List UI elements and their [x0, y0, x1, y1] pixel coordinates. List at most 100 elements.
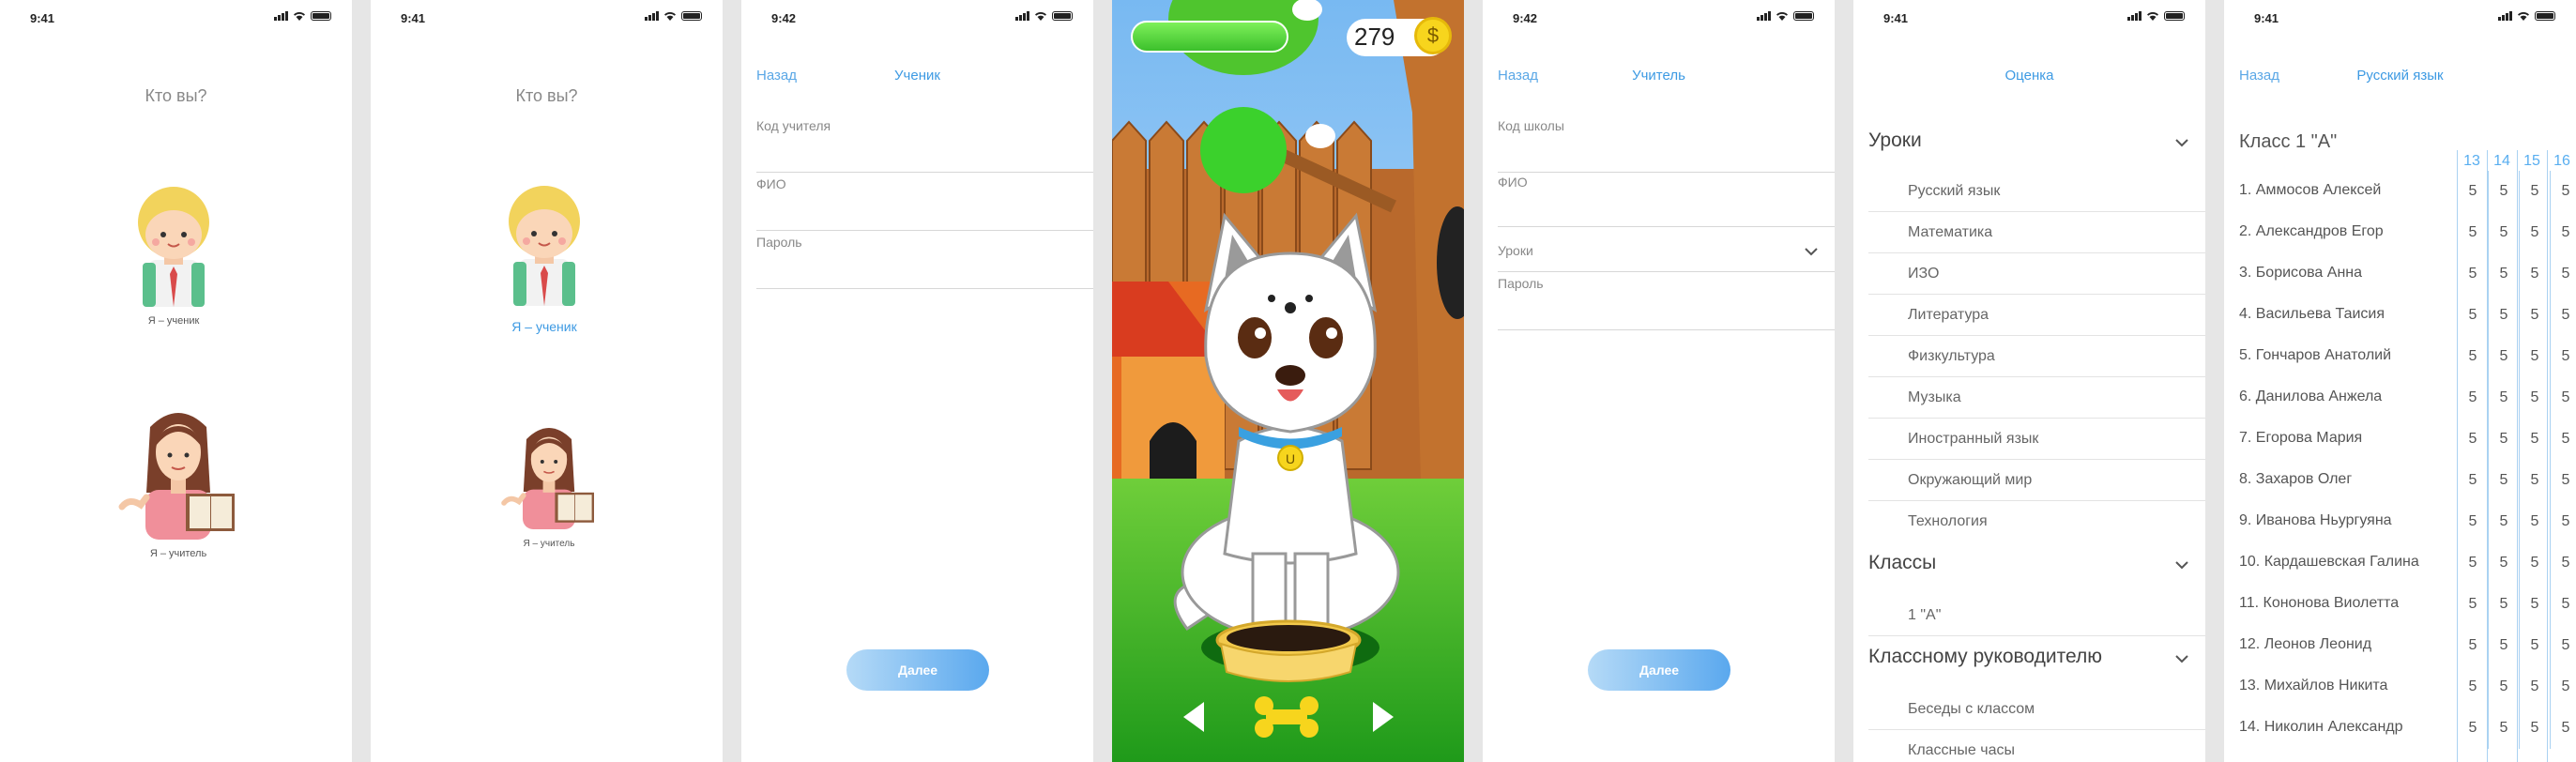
grade-cell[interactable]: 5 — [2550, 212, 2576, 253]
grade-cell[interactable]: 5 — [2457, 419, 2488, 460]
homeroom-item[interactable]: Классные часы — [1868, 730, 2205, 762]
grade-cell[interactable]: 5 — [2457, 377, 2488, 419]
lesson-item[interactable]: Окружающий мир — [1868, 460, 2205, 501]
full-name-field[interactable]: ФИО — [1498, 175, 1835, 227]
grade-cell[interactable]: 5 — [2457, 666, 2488, 708]
grade-cell[interactable]: 5 — [2519, 460, 2550, 501]
grade-cell[interactable]: 5 — [2519, 708, 2550, 749]
section-classes-header[interactable]: Классы — [1868, 552, 2205, 589]
next-item-arrow-icon[interactable] — [1373, 702, 1394, 732]
grade-cell[interactable]: 5 — [2550, 584, 2576, 625]
grade-cell[interactable]: 5 — [2550, 625, 2576, 666]
class-item[interactable]: 1 "А" — [1868, 595, 2205, 636]
lesson-item[interactable]: ИЗО — [1868, 253, 2205, 295]
lessons-select[interactable]: Уроки — [1498, 236, 1835, 272]
next-button[interactable]: Далее — [1588, 649, 1730, 691]
lesson-item[interactable]: Литература — [1868, 295, 2205, 336]
table-row[interactable]: 7. Егорова Мария 5 5 5 5 — [2239, 419, 2576, 460]
school-code-field[interactable]: Код школы — [1498, 118, 1835, 173]
grade-cell[interactable]: 5 — [2457, 501, 2488, 542]
grade-cell[interactable]: 5 — [2519, 212, 2550, 253]
grade-cell[interactable]: 5 — [2457, 460, 2488, 501]
grade-cell[interactable]: 5 — [2488, 460, 2519, 501]
grade-cell[interactable]: 5 — [2519, 253, 2550, 295]
table-row[interactable]: 6. Данилова Анжела 5 5 5 5 — [2239, 377, 2576, 419]
grade-cell[interactable]: 5 — [2550, 460, 2576, 501]
section-homeroom-header[interactable]: Классному руководителю — [1868, 646, 2205, 683]
table-row[interactable]: 4. Васильева Таисия 5 5 5 5 — [2239, 295, 2576, 336]
teacher-option[interactable] — [493, 420, 605, 533]
grade-cell[interactable]: 5 — [2519, 666, 2550, 708]
grade-cell[interactable]: 5 — [2488, 666, 2519, 708]
student-option[interactable] — [122, 180, 225, 330]
grade-cell[interactable]: 5 — [2488, 625, 2519, 666]
grade-cell[interactable]: 5 — [2488, 708, 2519, 749]
section-lessons-header[interactable]: Уроки — [1868, 130, 2205, 167]
password-field[interactable]: Пароль — [756, 235, 1093, 289]
table-row[interactable]: 9. Иванова Ньургуяна 5 5 5 5 — [2239, 501, 2576, 542]
grade-cell[interactable]: 5 — [2457, 171, 2488, 212]
grade-cell[interactable]: 5 — [2519, 625, 2550, 666]
prev-item-arrow-icon[interactable] — [1183, 702, 1204, 732]
grade-cell[interactable]: 5 — [2457, 253, 2488, 295]
grade-cell[interactable]: 5 — [2519, 542, 2550, 584]
grade-cell[interactable]: 5 — [2488, 295, 2519, 336]
grade-cell[interactable]: 5 — [2519, 377, 2550, 419]
grade-cell[interactable]: 5 — [2488, 501, 2519, 542]
grade-cell[interactable]: 5 — [2550, 295, 2576, 336]
lesson-item[interactable]: Математика — [1868, 212, 2205, 253]
lesson-item[interactable]: Технология — [1868, 501, 2205, 542]
grade-cell[interactable]: 5 — [2457, 336, 2488, 377]
grade-cell[interactable]: 5 — [2519, 295, 2550, 336]
grade-cell[interactable]: 5 — [2550, 542, 2576, 584]
homeroom-item[interactable]: Беседы с классом — [1868, 689, 2205, 730]
grade-cell[interactable]: 5 — [2488, 377, 2519, 419]
lesson-item[interactable]: Иностранный язык — [1868, 419, 2205, 460]
grade-cell[interactable]: 5 — [2550, 253, 2576, 295]
table-row[interactable]: 3. Борисова Анна 5 5 5 5 — [2239, 253, 2576, 295]
grade-cell[interactable]: 5 — [2550, 419, 2576, 460]
grade-cell[interactable]: 5 — [2488, 212, 2519, 253]
grade-cell[interactable]: 5 — [2519, 501, 2550, 542]
food-bowl-icon[interactable] — [1213, 619, 1364, 685]
grade-cell[interactable]: 5 — [2550, 171, 2576, 212]
table-row[interactable]: 12. Леонов Леонид 5 5 5 5 — [2239, 625, 2576, 666]
grade-cell[interactable]: 5 — [2488, 584, 2519, 625]
lesson-item[interactable]: Физкультура — [1868, 336, 2205, 377]
table-row[interactable]: 10. Кардашевская Галина 5 5 5 5 — [2239, 542, 2576, 584]
grade-cell[interactable]: 5 — [2519, 336, 2550, 377]
table-row[interactable]: 2. Александров Егор 5 5 5 5 — [2239, 212, 2576, 253]
table-row[interactable]: 1. Аммосов Алексей 5 5 5 5 — [2239, 171, 2576, 212]
grade-cell[interactable]: 5 — [2519, 171, 2550, 212]
grade-cell[interactable]: 5 — [2457, 212, 2488, 253]
table-row[interactable]: 5. Гончаров Анатолий 5 5 5 5 — [2239, 336, 2576, 377]
grade-cell[interactable]: 5 — [2488, 171, 2519, 212]
grade-cell[interactable]: 5 — [2457, 542, 2488, 584]
student-option[interactable] — [493, 175, 596, 325]
table-row[interactable]: 8. Захаров Олег 5 5 5 5 — [2239, 460, 2576, 501]
teacher-code-field[interactable]: Код учителя — [756, 118, 1093, 173]
table-row[interactable]: 11. Кононова Виолетта 5 5 5 5 — [2239, 584, 2576, 625]
bone-food-icon[interactable] — [1253, 693, 1320, 741]
grade-cell[interactable]: 5 — [2519, 584, 2550, 625]
grade-cell[interactable]: 5 — [2550, 377, 2576, 419]
password-field[interactable]: Пароль — [1498, 276, 1835, 330]
grade-cell[interactable]: 5 — [2550, 666, 2576, 708]
grade-cell[interactable]: 5 — [2519, 419, 2550, 460]
grade-cell[interactable]: 5 — [2488, 542, 2519, 584]
table-row[interactable]: 13. Михайлов Никита 5 5 5 5 — [2239, 666, 2576, 708]
next-button[interactable]: Далее — [846, 649, 989, 691]
full-name-field[interactable]: ФИО — [756, 176, 1093, 231]
grade-cell[interactable]: 5 — [2457, 625, 2488, 666]
grade-cell[interactable]: 5 — [2488, 336, 2519, 377]
grade-cell[interactable]: 5 — [2550, 336, 2576, 377]
grade-cell[interactable]: 5 — [2457, 295, 2488, 336]
lesson-item[interactable]: Русский язык — [1868, 171, 2205, 212]
grade-cell[interactable]: 5 — [2457, 584, 2488, 625]
grade-cell[interactable]: 5 — [2550, 501, 2576, 542]
grade-cell[interactable]: 5 — [2488, 419, 2519, 460]
grade-cell[interactable]: 5 — [2488, 253, 2519, 295]
lesson-item[interactable]: Музыка — [1868, 377, 2205, 419]
table-row[interactable]: 14. Николин Александр 5 5 5 5 — [2239, 708, 2576, 749]
grade-cell[interactable]: 5 — [2550, 708, 2576, 749]
